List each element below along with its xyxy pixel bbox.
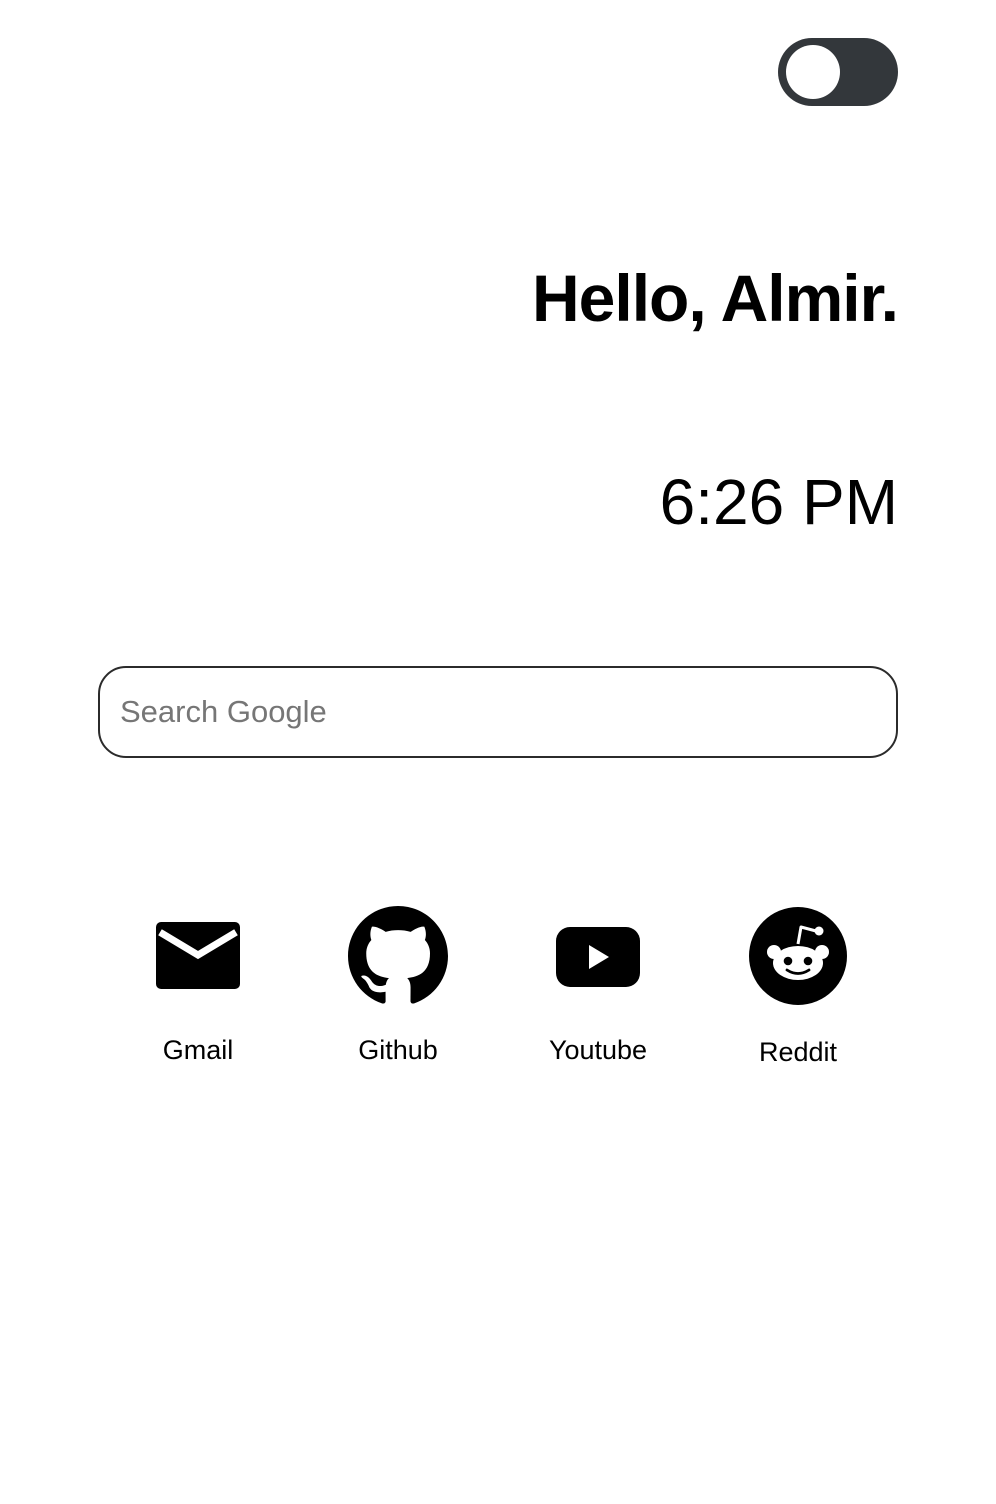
mail-icon [156, 922, 240, 989]
greeting-heading: Hello, Almir. [532, 261, 899, 335]
toggle-knob [786, 45, 840, 99]
reddit-icon [749, 907, 847, 1005]
quick-link-github[interactable]: Github [298, 900, 498, 1080]
quick-link-gmail[interactable]: Gmail [98, 900, 298, 1080]
github-icon [348, 906, 448, 1004]
quick-link-label: Gmail [162, 1035, 234, 1065]
new-tab-page: { "theme_toggle": { "state": "off", "tra… [0, 0, 996, 1504]
quick-link-label: Youtube [548, 1035, 648, 1065]
quick-links: Gmail Github Youtube Reddit [98, 900, 898, 1080]
quick-link-label: Github [358, 1035, 438, 1065]
quick-link-reddit[interactable]: Reddit [698, 900, 898, 1080]
search-input[interactable] [98, 666, 898, 758]
quick-link-label: Reddit [758, 1037, 838, 1067]
youtube-icon [556, 927, 640, 987]
quick-link-youtube[interactable]: Youtube [498, 900, 698, 1080]
clock-time: 6:26 PM [659, 466, 898, 538]
theme-toggle[interactable] [778, 38, 898, 106]
